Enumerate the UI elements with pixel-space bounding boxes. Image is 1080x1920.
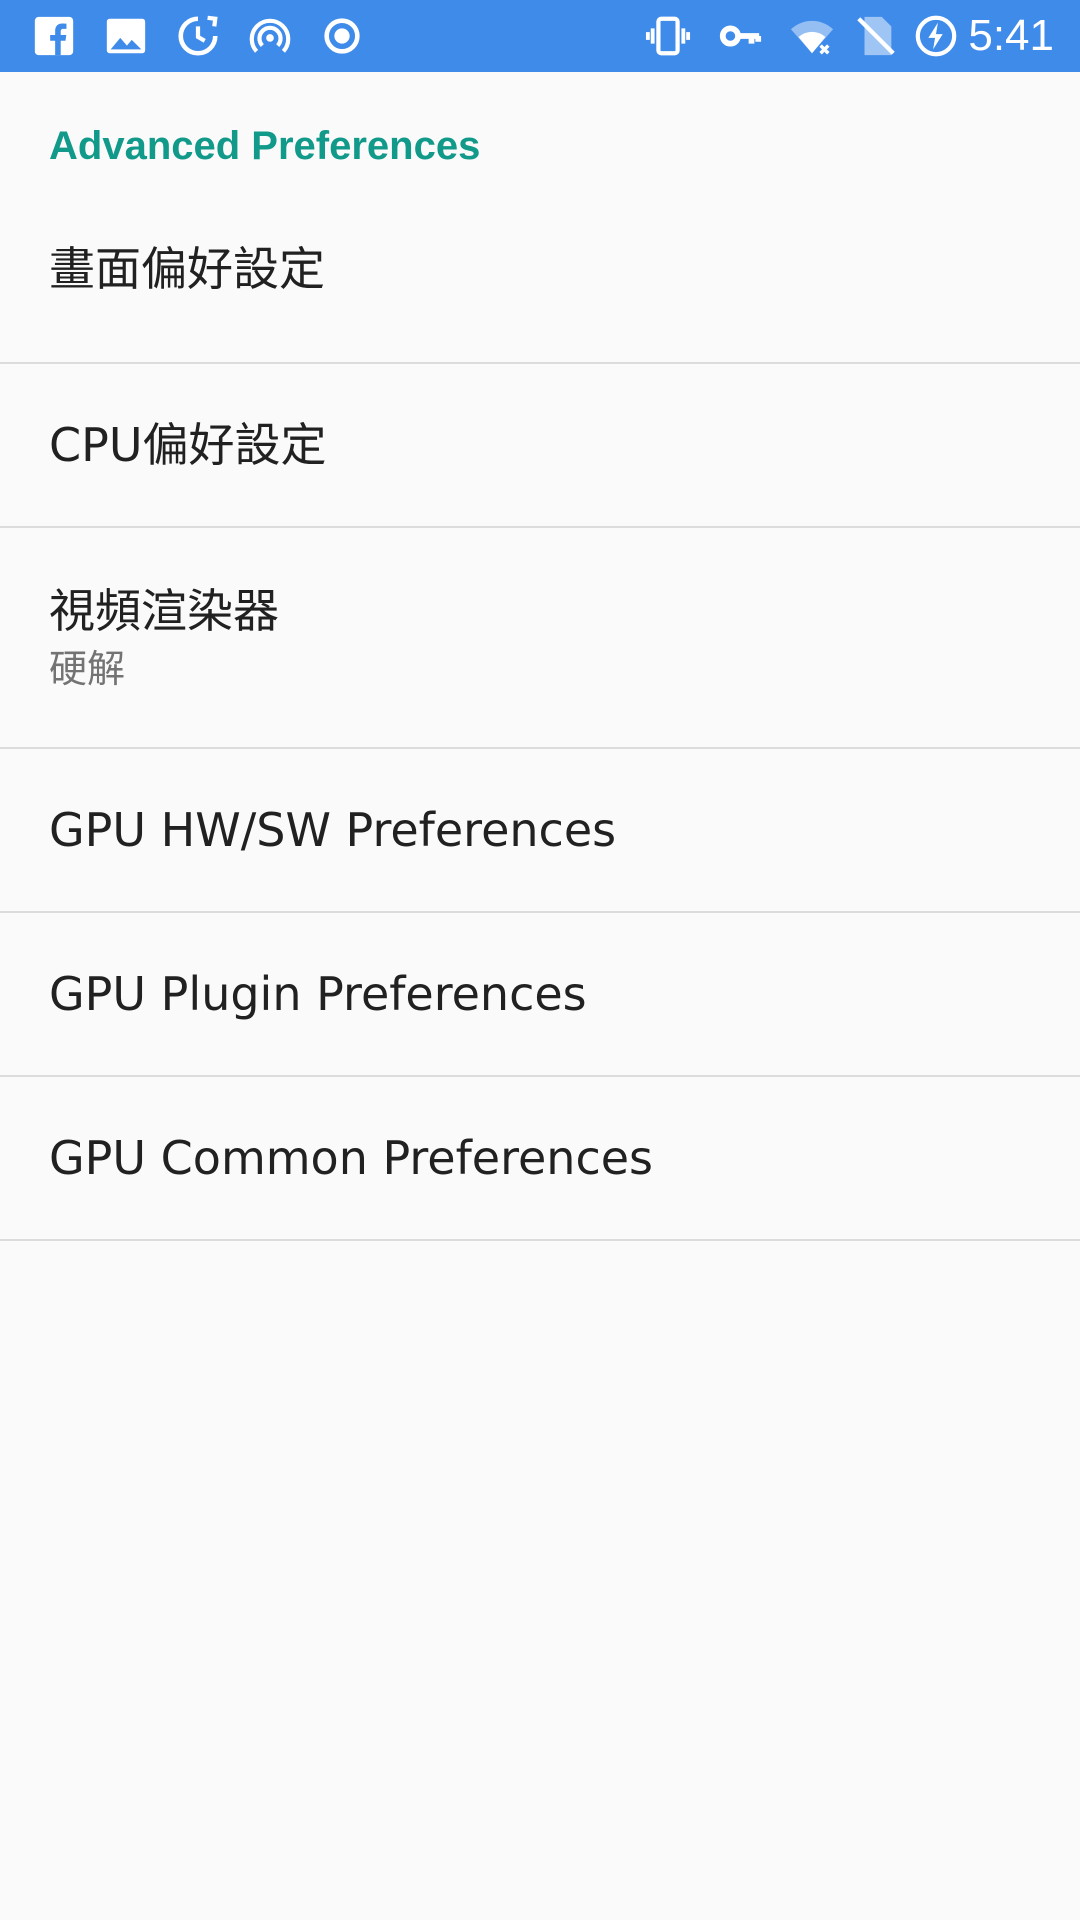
sync-clock-icon (172, 10, 224, 62)
pref-title: CPU偏好設定 (49, 418, 327, 472)
no-sim-icon (850, 10, 902, 62)
pref-gpu-common[interactable]: GPU Common Preferences (0, 1077, 1080, 1241)
pref-cpu[interactable]: CPU偏好設定 (0, 364, 1080, 528)
status-time: 5:41 (968, 11, 1054, 60)
pref-title: GPU Common Preferences (49, 1131, 654, 1185)
pref-display[interactable]: 畫面偏好設定 (0, 176, 1080, 364)
preferences-screen: Advanced Preferences 畫面偏好設定 CPU偏好設定 視頻渲染… (0, 72, 1080, 1241)
record-icon (316, 10, 368, 62)
status-bar: 5:41 (0, 0, 1080, 72)
hotspot-icon (244, 10, 296, 62)
pref-title: 畫面偏好設定 (49, 242, 325, 296)
battery-charging-icon (910, 10, 962, 62)
pref-gpu-plugin[interactable]: GPU Plugin Preferences (0, 913, 1080, 1077)
pref-title: GPU HW/SW Preferences (49, 803, 617, 857)
pref-summary: 硬解 (49, 646, 126, 691)
facebook-icon (28, 10, 80, 62)
pref-title: GPU Plugin Preferences (49, 967, 587, 1021)
vpn-key-icon (714, 10, 766, 62)
pref-gpu-hw-sw[interactable]: GPU HW/SW Preferences (0, 749, 1080, 913)
pref-video-renderer[interactable]: 視頻渲染器 硬解 (0, 528, 1080, 749)
vibrate-icon (642, 10, 694, 62)
image-icon (100, 10, 152, 62)
wifi-off-icon (786, 10, 838, 62)
pref-title: 視頻渲染器 (49, 583, 279, 638)
